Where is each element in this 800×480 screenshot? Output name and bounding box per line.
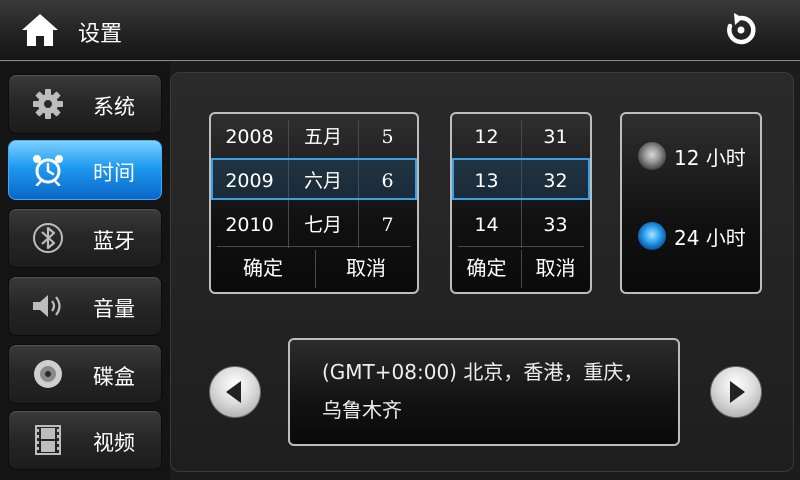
day-option[interactable]: 7	[358, 204, 417, 246]
year-option[interactable]: 2010	[211, 204, 288, 246]
month-option[interactable]: 七月	[288, 204, 358, 246]
disc-icon	[34, 360, 62, 388]
radio-12-hour[interactable]	[638, 142, 666, 170]
page-title: 设置	[78, 22, 123, 47]
date-confirm-button[interactable]: 确定	[211, 246, 315, 290]
timezone-prev-button[interactable]	[209, 366, 261, 418]
sidebar-item-time[interactable]: 时间	[8, 140, 162, 200]
month-option[interactable]: 五月	[288, 116, 358, 158]
time-cancel-button[interactable]: 取消	[521, 246, 590, 290]
day-selected[interactable]: 6	[358, 160, 417, 202]
sidebar-item-label: 时间	[93, 161, 135, 185]
sidebar-item-disc[interactable]: 碟盒	[8, 344, 162, 404]
bluetooth-icon	[33, 223, 63, 253]
timezone-next-button[interactable]	[710, 366, 762, 418]
gear-icon	[33, 89, 63, 119]
minute-selected[interactable]: 32	[521, 160, 590, 202]
sidebar-item-label: 碟盒	[93, 365, 135, 389]
year-option[interactable]: 2008	[211, 116, 288, 158]
triangle-left-icon	[226, 381, 241, 403]
triangle-right-icon	[730, 381, 745, 403]
hour-option[interactable]: 14	[452, 204, 521, 246]
sidebar: 系统 时间 蓝牙 音量 碟盒 视频	[0, 62, 170, 480]
radio-24-hour[interactable]	[638, 222, 666, 250]
timezone-line-1: (GMT+08:00) 北京，香港，重庆，	[322, 360, 644, 384]
day-option[interactable]: 5	[358, 116, 417, 158]
sidebar-item-volume[interactable]: 音量	[8, 276, 162, 336]
sidebar-item-label: 视频	[93, 431, 135, 455]
alarm-clock-icon	[33, 155, 63, 186]
radio-12-hour-label[interactable]: 12 小时	[674, 142, 746, 171]
date-cancel-button[interactable]: 取消	[315, 246, 417, 290]
sidebar-item-system[interactable]: 系统	[8, 74, 162, 134]
film-icon	[35, 425, 61, 455]
hour-option[interactable]: 12	[452, 116, 521, 158]
minute-option[interactable]: 33	[521, 204, 590, 246]
sidebar-item-label: 蓝牙	[93, 229, 135, 253]
home-icon[interactable]	[20, 12, 60, 48]
time-picker[interactable]: 12 13 14 31 32 33 确定 取消	[450, 112, 592, 294]
year-selected[interactable]: 2009	[211, 160, 288, 202]
top-bar: 设置	[0, 0, 800, 61]
month-selected[interactable]: 六月	[288, 160, 358, 202]
time-format-selector: 12 小时 24 小时	[620, 112, 762, 294]
speaker-icon	[33, 295, 61, 317]
sidebar-item-label: 系统	[93, 95, 135, 119]
timezone-display: (GMT+08:00) 北京，香港，重庆， 乌鲁木齐	[288, 338, 680, 446]
hour-selected[interactable]: 13	[452, 160, 521, 202]
radio-24-hour-label[interactable]: 24 小时	[674, 222, 746, 251]
minute-option[interactable]: 31	[521, 116, 590, 158]
back-icon[interactable]	[722, 12, 760, 48]
date-picker[interactable]: 2008 2009 2010 五月 六月 七月 5 6 7 确定 取消	[209, 112, 419, 294]
sidebar-item-video[interactable]: 视频	[8, 410, 162, 470]
timezone-line-2: 乌鲁木齐	[322, 398, 402, 422]
time-confirm-button[interactable]: 确定	[452, 246, 521, 290]
sidebar-item-label: 音量	[93, 297, 135, 321]
sidebar-item-bluetooth[interactable]: 蓝牙	[8, 208, 162, 268]
